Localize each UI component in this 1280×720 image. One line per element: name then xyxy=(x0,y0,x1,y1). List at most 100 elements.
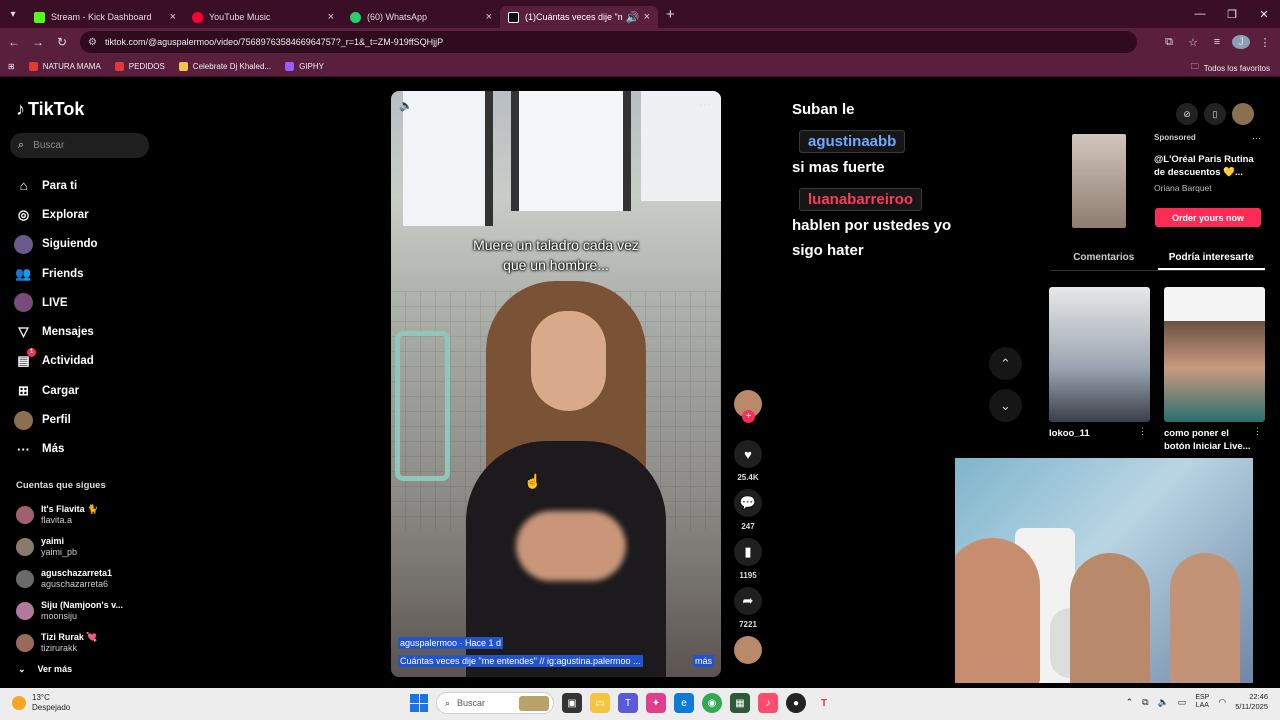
all-bookmarks[interactable]: 🗀 Todos los favoritos xyxy=(1191,61,1270,75)
windows-start-icon[interactable] xyxy=(410,694,428,712)
ver-mas-button[interactable]: ⌄ Ver más xyxy=(18,663,84,675)
teams-icon[interactable]: T xyxy=(618,693,638,713)
minimize-icon[interactable]: — xyxy=(1184,0,1216,28)
video-more-icon[interactable]: ··· xyxy=(699,97,711,111)
tab-whatsapp[interactable]: (60) WhatsApp × xyxy=(342,6,500,28)
sidebar-item-label: Para ti xyxy=(42,179,78,192)
close-window-icon[interactable]: ✕ xyxy=(1248,0,1280,28)
sidebar-item-siguiendo[interactable]: Siguiendo xyxy=(14,230,98,259)
following-account[interactable]: yaimi yaimi_pb xyxy=(16,531,123,563)
more-link[interactable]: más xyxy=(692,655,714,667)
next-video-chevron-down-icon[interactable]: ⌄ xyxy=(989,389,1022,422)
comment-button[interactable]: 💬 247 xyxy=(734,489,762,531)
text-app-icon[interactable]: T xyxy=(814,693,834,713)
sidebar-item-mas[interactable]: ··· Más xyxy=(14,435,98,464)
wifi-icon[interactable]: ◠ xyxy=(1218,697,1226,708)
bookmark-star-icon[interactable]: ☆ xyxy=(1184,36,1202,49)
following-account[interactable]: aguschazarreta1 aguschazarreta6 xyxy=(16,563,123,595)
share-button[interactable]: ➦ 7221 xyxy=(734,587,762,629)
bookmark-pedidos[interactable]: PEDIDOS xyxy=(114,61,165,71)
sidebar-item-friends[interactable]: 👥 Friends xyxy=(14,259,98,288)
copilot-icon[interactable]: ✦ xyxy=(646,693,666,713)
related-more-icon[interactable]: ⋮ xyxy=(1253,426,1262,437)
ad-title[interactable]: @L'Oréal Paris Rutina de descuentos 💛... xyxy=(1154,153,1254,179)
bookmark-giphy[interactable]: GIPHY xyxy=(285,61,324,71)
video-author-line[interactable]: aguspalermoo · Hace 1 d xyxy=(398,637,504,649)
tiktok-logo[interactable]: ♪ TikTok xyxy=(16,99,84,120)
sidebar-item-actividad[interactable]: ▤ 1 Actividad xyxy=(14,347,98,376)
coins-icon[interactable]: ⊘ xyxy=(1176,103,1198,125)
new-tab-icon[interactable]: + xyxy=(666,6,675,23)
sidebar-item-para-ti[interactable]: ⌂ Para ti xyxy=(14,171,98,200)
playlist-icon[interactable]: ≡ xyxy=(1208,36,1226,48)
browser-menu-icon[interactable]: ⋮ xyxy=(1256,36,1274,49)
volume-icon[interactable]: 🔈 xyxy=(399,99,413,112)
user-avatar[interactable] xyxy=(1232,103,1254,125)
clock[interactable]: 22:46 5/11/2025 xyxy=(1235,692,1268,712)
tab-search-icon[interactable]: ▾ xyxy=(0,0,26,28)
chrome-icon[interactable]: ◉ xyxy=(702,693,722,713)
install-app-icon[interactable]: ⧉ xyxy=(1160,36,1178,49)
taskbar-search[interactable]: ⌕ Buscar xyxy=(436,692,554,714)
apps-grid-icon[interactable]: ⊞ xyxy=(8,62,15,71)
bookmark-label: Celebrate Dj Khaled... xyxy=(192,61,272,71)
related-video[interactable]: lokoo_11 ⋮ xyxy=(1049,287,1150,440)
mention-tag[interactable]: agustinaabb xyxy=(799,130,906,153)
tab-comentarios[interactable]: Comentarios xyxy=(1050,247,1158,270)
maximize-icon[interactable]: ❐ xyxy=(1216,0,1248,28)
following-account[interactable]: It's Flavita 🐈 flavita.a xyxy=(16,499,123,531)
follow-plus-icon[interactable]: + xyxy=(742,410,755,423)
tray-overflow-chevron-icon[interactable]: ⌃ xyxy=(1126,697,1134,708)
order-now-button[interactable]: Order yours now xyxy=(1155,208,1261,227)
video-player[interactable]: 🔈 ··· Muere un taladro cada vez que un h… xyxy=(391,91,721,677)
sound-disc-avatar[interactable] xyxy=(734,636,762,664)
edge-icon[interactable]: e xyxy=(674,693,694,713)
volume-icon[interactable]: 🔈 xyxy=(1158,697,1169,708)
close-tab-icon[interactable]: × xyxy=(170,11,176,23)
sidebar-item-mensajes[interactable]: ▽ Mensajes xyxy=(14,317,98,346)
app-icon[interactable]: ▦ xyxy=(730,693,750,713)
creator-avatar[interactable]: + xyxy=(734,390,762,423)
url-field[interactable]: ⚙ tiktok.com/@aguspalermoo/video/7568976… xyxy=(80,31,1137,53)
save-button[interactable]: ▮ 1195 xyxy=(734,538,762,580)
bookmark-natura-mama[interactable]: NATURA MAMA xyxy=(28,61,101,71)
ad-thumbnail[interactable] xyxy=(1072,134,1126,228)
following-account[interactable]: Tizi Rurak 💘 tizirurakk xyxy=(16,627,123,659)
profile-avatar[interactable]: J xyxy=(1232,35,1250,49)
related-video[interactable]: como poner el botón Iniciar Live... ⋮ xyxy=(1164,287,1265,453)
input-language[interactable]: ESP LAA xyxy=(1195,694,1209,710)
tab-tiktok[interactable]: (1)Cuántas veces dije "me c 🔊 × xyxy=(500,6,658,28)
like-button[interactable]: ♥ 25.4K xyxy=(734,440,762,482)
obs-icon[interactable]: ● xyxy=(786,693,806,713)
tab-youtube-music[interactable]: YouTube Music × xyxy=(184,6,342,28)
close-tab-icon[interactable]: × xyxy=(486,11,492,23)
tab-podria-interesarte[interactable]: Podría interesarte xyxy=(1157,247,1265,270)
weather-widget[interactable]: 13°C Despejado xyxy=(12,693,70,713)
previous-video-chevron-up-icon[interactable]: ⌃ xyxy=(989,347,1022,380)
following-account[interactable]: Siju (Namjoon's v... moonsiju xyxy=(16,595,123,627)
forward-icon[interactable]: → xyxy=(26,35,50,49)
close-tab-icon[interactable]: × xyxy=(328,11,334,23)
tab-kick[interactable]: Stream - Kick Dashboard × xyxy=(26,6,184,28)
mention-tag[interactable]: luanabarreiroo xyxy=(799,188,923,211)
site-info-icon[interactable]: ⚙ xyxy=(88,37,97,48)
reload-icon[interactable]: ↻ xyxy=(50,35,74,49)
sidebar-item-explorar[interactable]: ◎ Explorar xyxy=(14,200,98,229)
tiktok-taskbar-icon[interactable]: ♪ xyxy=(758,693,778,713)
avatar xyxy=(16,538,34,556)
battery-icon[interactable]: ▭ xyxy=(1178,697,1187,708)
close-tab-icon[interactable]: × xyxy=(644,11,650,23)
task-view-icon[interactable]: ▣ xyxy=(562,693,582,713)
network-icon[interactable]: ⧉ xyxy=(1142,697,1148,708)
search-input[interactable]: ⌕ Buscar xyxy=(10,133,149,158)
bookmark-celebrate[interactable]: Celebrate Dj Khaled... xyxy=(178,61,272,71)
audio-playing-icon[interactable]: 🔊 xyxy=(626,11,640,24)
file-explorer-icon[interactable]: ▭ xyxy=(590,693,610,713)
back-icon[interactable]: ← xyxy=(2,35,26,49)
ad-more-icon[interactable]: ··· xyxy=(1252,133,1261,143)
sidebar-item-perfil[interactable]: Perfil xyxy=(14,405,98,434)
sidebar-item-cargar[interactable]: ⊞ Cargar xyxy=(14,376,98,405)
device-icon[interactable]: ▯ xyxy=(1204,103,1226,125)
related-more-icon[interactable]: ⋮ xyxy=(1138,426,1147,437)
sidebar-item-live[interactable]: LIVE xyxy=(14,288,98,317)
